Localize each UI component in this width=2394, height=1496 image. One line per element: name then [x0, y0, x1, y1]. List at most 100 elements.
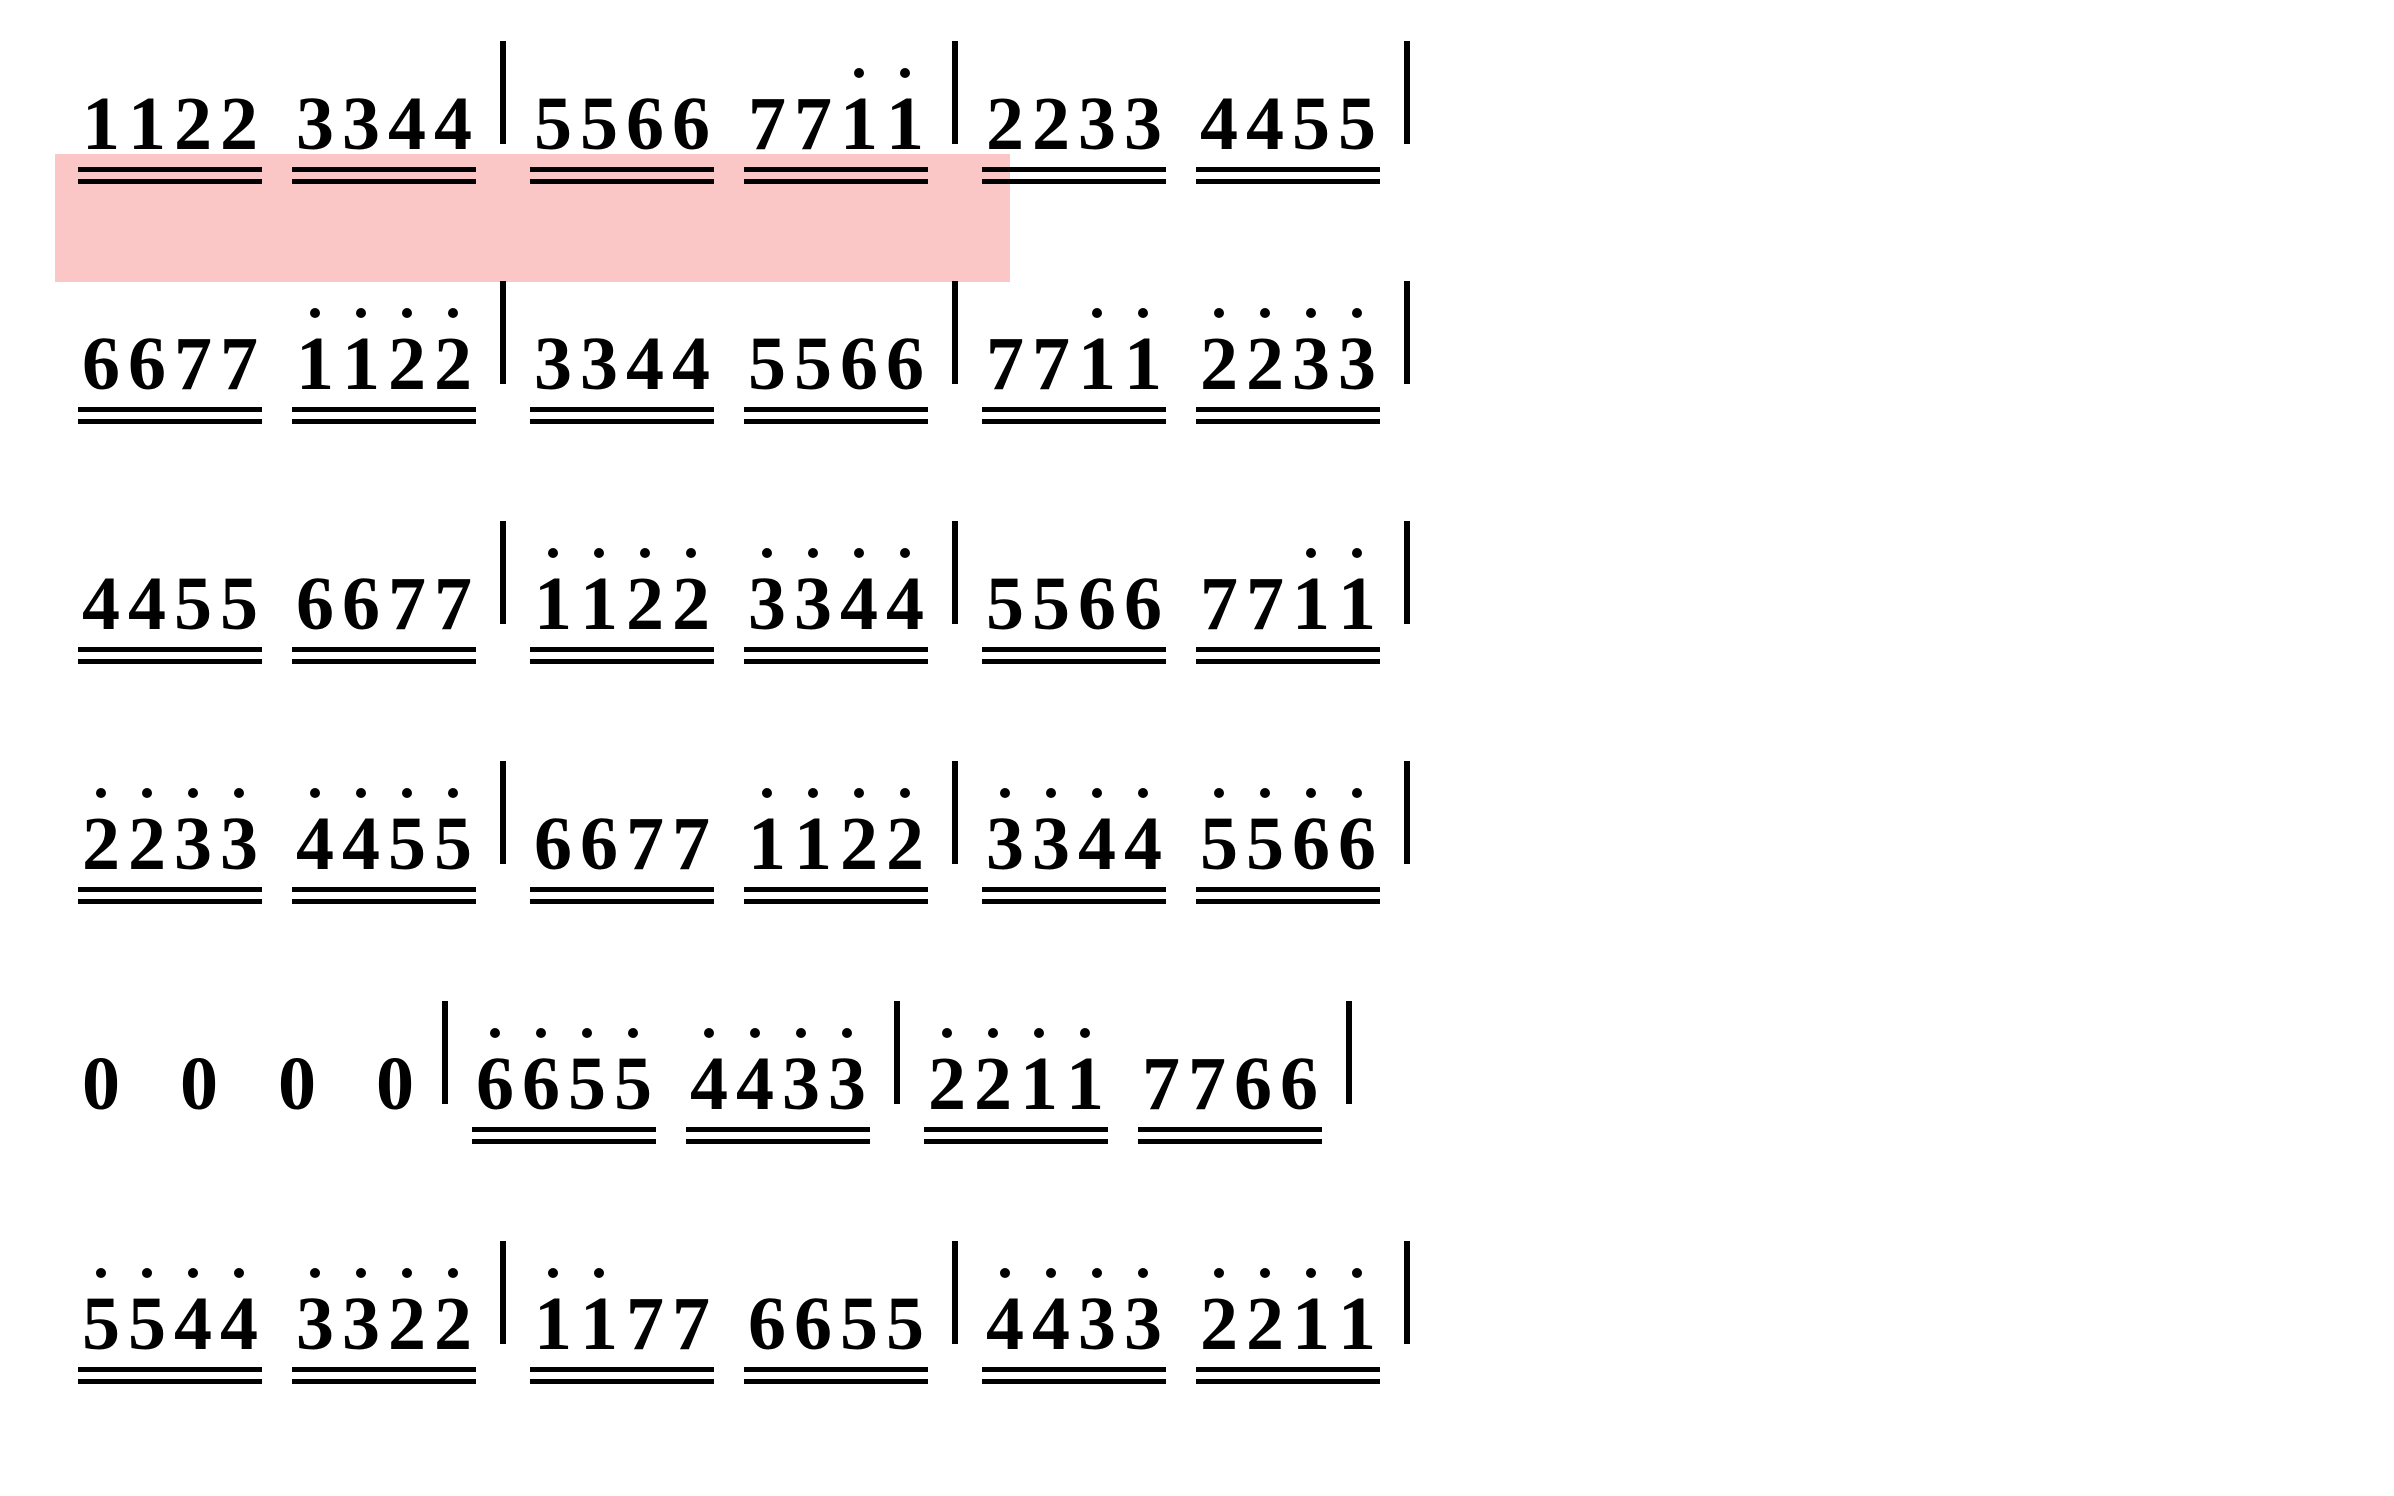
- note: 4: [430, 86, 476, 162]
- beam-line: [78, 899, 262, 904]
- octave-dot-icon: [1034, 1028, 1044, 1038]
- beam-line: [1138, 1127, 1322, 1132]
- note: 2: [384, 1286, 430, 1362]
- note: 3: [216, 806, 262, 882]
- note: 6: [1120, 566, 1166, 642]
- beam-line: [78, 1379, 262, 1384]
- beam-line: [982, 647, 1166, 652]
- octave-dot-icon: [1306, 308, 1316, 318]
- beat-group: 1177: [530, 1222, 714, 1362]
- octave-dot-icon: [796, 1028, 806, 1038]
- octave-dot-icon: [1000, 788, 1010, 798]
- note: 0: [176, 1046, 222, 1122]
- note: 1: [292, 326, 338, 402]
- note: 1: [882, 86, 928, 162]
- note: 3: [1074, 86, 1120, 162]
- note: 3: [338, 1286, 384, 1362]
- note: 4: [170, 1286, 216, 1362]
- beam-line: [686, 1127, 870, 1132]
- beam-line: [982, 167, 1166, 172]
- beam-line: [744, 887, 928, 892]
- octave-dot-icon: [548, 1268, 558, 1278]
- note: 7: [1242, 566, 1288, 642]
- note: 4: [216, 1286, 262, 1362]
- note: 4: [686, 1046, 732, 1122]
- beam-line: [292, 419, 476, 424]
- note: 4: [384, 86, 430, 162]
- barline: [1404, 761, 1410, 864]
- octave-dot-icon: [448, 308, 458, 318]
- beam-line: [1196, 1367, 1380, 1372]
- octave-dot-icon: [1260, 308, 1270, 318]
- beat-group: 6677: [292, 502, 476, 642]
- note: 1: [1288, 566, 1334, 642]
- beam-line: [1196, 899, 1380, 904]
- octave-dot-icon: [234, 788, 244, 798]
- octave-dot-icon: [1306, 788, 1316, 798]
- note: 2: [78, 806, 124, 882]
- beat-group: 5566: [982, 502, 1166, 642]
- beat-group: 3344: [744, 502, 928, 642]
- note: 1: [576, 566, 622, 642]
- octave-dot-icon: [448, 1268, 458, 1278]
- note: 7: [668, 1286, 714, 1362]
- beat-group: 3322: [292, 1222, 476, 1362]
- beam-line: [744, 167, 928, 172]
- note: 2: [1242, 326, 1288, 402]
- note: 4: [622, 326, 668, 402]
- bar: 66554433: [472, 982, 870, 1122]
- octave-dot-icon: [1306, 1268, 1316, 1278]
- beat-group: 7711: [744, 22, 928, 162]
- octave-dot-icon: [1352, 1268, 1362, 1278]
- beat-group: 6655: [744, 1222, 928, 1362]
- note: 6: [882, 326, 928, 402]
- beam-line: [744, 179, 928, 184]
- note: 2: [622, 566, 668, 642]
- note: 6: [1074, 566, 1120, 642]
- octave-dot-icon: [762, 788, 772, 798]
- note: 5: [564, 1046, 610, 1122]
- note: 2: [970, 1046, 1016, 1122]
- octave-dot-icon: [1092, 308, 1102, 318]
- note: 2: [924, 1046, 970, 1122]
- note: 3: [292, 86, 338, 162]
- note: 1: [530, 566, 576, 642]
- barline: [1404, 521, 1410, 624]
- note: 7: [1196, 566, 1242, 642]
- octave-dot-icon: [900, 788, 910, 798]
- note: 5: [1334, 86, 1380, 162]
- bar: 77112233: [982, 262, 1380, 402]
- beam-line: [78, 1367, 262, 1372]
- beam-line: [292, 659, 476, 664]
- octave-dot-icon: [356, 1268, 366, 1278]
- octave-dot-icon: [594, 548, 604, 558]
- beat-group: 4455: [1196, 22, 1380, 162]
- beam-line: [1196, 167, 1380, 172]
- beat-group: 2211: [924, 982, 1108, 1122]
- beam-line: [924, 1139, 1108, 1144]
- bar: 33445566: [982, 742, 1380, 882]
- note: 4: [124, 566, 170, 642]
- octave-dot-icon: [356, 788, 366, 798]
- note: 3: [292, 1286, 338, 1362]
- beam-line: [1196, 1379, 1380, 1384]
- barline: [1404, 41, 1410, 144]
- beam-line: [78, 647, 262, 652]
- note: 3: [982, 806, 1028, 882]
- beam-line: [1196, 659, 1380, 664]
- note: 4: [1120, 806, 1166, 882]
- octave-dot-icon: [854, 548, 864, 558]
- beat-group: 7711: [982, 262, 1166, 402]
- note: 1: [1334, 566, 1380, 642]
- octave-dot-icon: [808, 548, 818, 558]
- beam-line: [530, 887, 714, 892]
- barline: [442, 1001, 448, 1104]
- beat-group: 1122: [530, 502, 714, 642]
- octave-dot-icon: [402, 1268, 412, 1278]
- note: 2: [1028, 86, 1074, 162]
- bar: 66771122: [530, 742, 928, 882]
- note: 1: [78, 86, 124, 162]
- beat-group: 1122: [744, 742, 928, 882]
- note: 1: [576, 1286, 622, 1362]
- note: 7: [384, 566, 430, 642]
